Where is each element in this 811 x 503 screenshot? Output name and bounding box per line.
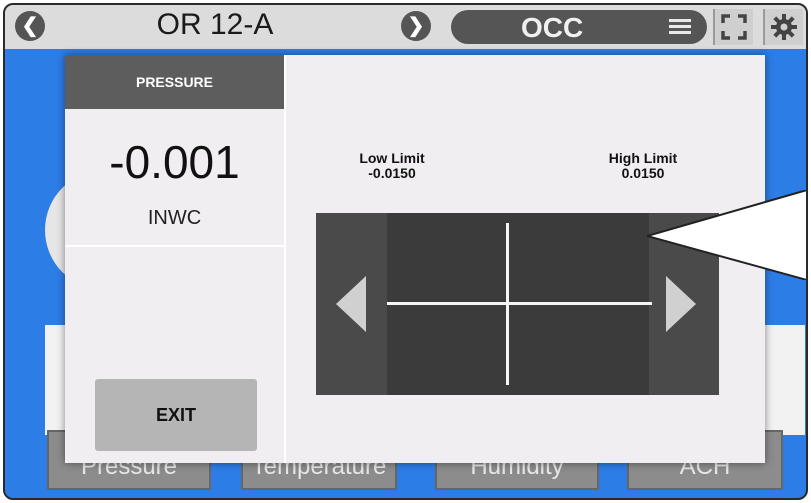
top-bar: ❮ OR 12-A ❯ OCC xyxy=(5,5,806,49)
indicator-marker xyxy=(506,223,509,385)
high-limit-label: High Limit xyxy=(608,150,678,166)
next-room-button[interactable]: ❯ xyxy=(401,11,431,41)
low-limit-label: Low Limit xyxy=(359,150,425,166)
callout-pointer xyxy=(647,190,806,280)
occupancy-selector[interactable]: OCC xyxy=(451,10,707,44)
gear-icon xyxy=(771,14,797,40)
indicator-axis-line xyxy=(387,302,652,305)
column-divider xyxy=(65,245,284,247)
chevron-right-icon: ❯ xyxy=(407,15,425,37)
hamburger-menu-icon xyxy=(669,19,691,35)
triangle-right-icon[interactable] xyxy=(666,276,696,332)
high-limit: High Limit 0.0150 xyxy=(583,151,703,181)
reading-column: PRESSURE -0.001 INWC EXIT xyxy=(65,55,286,463)
fullscreen-icon xyxy=(721,14,747,40)
pressure-unit: INWC xyxy=(147,207,202,229)
low-limit: Low Limit -0.0150 xyxy=(332,151,452,181)
high-limit-value: 0.0150 xyxy=(621,165,665,181)
occupancy-label: OCC xyxy=(521,12,584,43)
settings-button[interactable] xyxy=(763,9,803,45)
chevron-left-icon: ❮ xyxy=(21,15,39,37)
room-title: OR 12-A xyxy=(156,8,274,41)
pressure-value: -0.001 xyxy=(109,136,240,188)
prev-room-button[interactable]: ❮ xyxy=(15,11,45,41)
dialog-title: PRESSURE xyxy=(65,55,284,109)
fullscreen-button[interactable] xyxy=(713,9,753,45)
triangle-left-icon[interactable] xyxy=(336,276,366,332)
low-limit-value: -0.0150 xyxy=(368,165,416,181)
exit-button[interactable]: EXIT xyxy=(95,379,257,451)
app-frame: ❮ OR 12-A ❯ OCC Pressure Temperature Hum… xyxy=(3,3,808,500)
